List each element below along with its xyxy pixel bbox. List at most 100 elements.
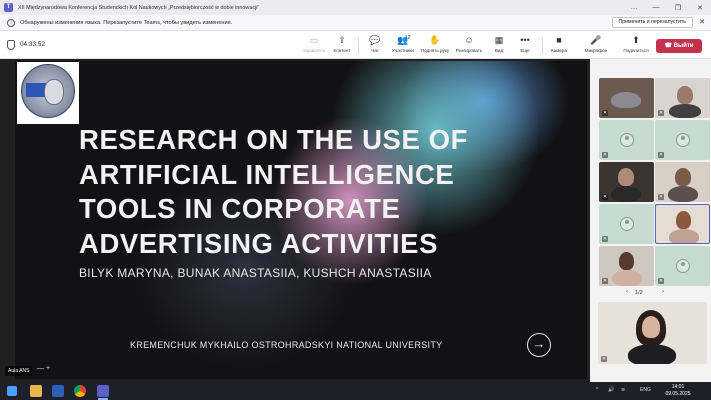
close-notice-icon[interactable]: ✕ — [699, 18, 705, 26]
word-icon[interactable] — [52, 385, 64, 397]
chat-icon: 💬 — [369, 35, 381, 45]
speaker-icon[interactable]: 🔊 — [608, 387, 614, 393]
share-button[interactable]: ⬆ Поделиться — [620, 35, 652, 57]
microphone-off-icon: 🎤 — [590, 35, 602, 45]
video-feed — [677, 86, 693, 104]
phone-icon: ☎ — [664, 43, 674, 49]
apply-restart-button[interactable]: Применить и перезапустить — [611, 17, 693, 28]
microphone-off-icon: ✕ — [602, 110, 608, 116]
windows-start-icon[interactable] — [7, 386, 17, 396]
microphone-off-icon: ✕ — [658, 110, 664, 116]
participant-tile[interactable]: ✕ — [599, 246, 654, 286]
avatar-icon — [619, 217, 634, 231]
video-feed — [642, 316, 660, 338]
more-options-icon[interactable]: … — [623, 0, 645, 15]
video-feed — [676, 211, 691, 229]
university-logo — [17, 62, 79, 124]
system-clock[interactable]: 14:01 09.05.2025 — [660, 384, 696, 397]
microphone-off-icon: ✕ — [658, 194, 664, 200]
hand-icon: ✋ — [429, 35, 441, 45]
content-button[interactable]: ⇪ Контент — [326, 35, 358, 57]
participant-tile[interactable]: ✕ — [599, 78, 654, 118]
participant-gallery: ✕ ✕ ✕ ✕ ✕ ✕ ✕ ✕ ✕ ‹ 1/2 › ✕ — [590, 59, 711, 382]
camera-button[interactable]: ■ Камера — [543, 35, 575, 57]
raise-hand-label: Поднять руку — [420, 48, 450, 53]
chrome-icon[interactable] — [74, 385, 86, 397]
window-controls: … — ❐ ✕ — [623, 0, 711, 15]
clock-date: 09.05.2025 — [665, 390, 691, 397]
react-label: Реагировать — [455, 48, 483, 53]
camera-icon: ■ — [556, 35, 562, 45]
video-feed — [619, 252, 634, 270]
microphone-off-icon: ✕ — [601, 356, 607, 362]
slide-university: KREMENCHUK MYKHAILO OSTROHRADSKYI NATION… — [130, 340, 443, 350]
participant-tile-active-speaker[interactable] — [655, 204, 710, 244]
notice-text: Обнаружены изменения языка. Перезапустит… — [20, 19, 233, 26]
arrow-right-icon: → — [527, 333, 551, 357]
share-icon: ⬆ — [632, 35, 640, 45]
teams-taskbar-icon[interactable] — [97, 385, 109, 397]
video-feed — [668, 186, 698, 202]
react-button[interactable]: ☺ Реагировать — [453, 35, 485, 57]
slide-authors: BILYK MARYNA, BUNAK ANASTASIIA, KUSHCH A… — [79, 266, 432, 280]
microphone-off-icon: ✕ — [602, 194, 608, 200]
wifi-icon[interactable]: ≋ — [621, 387, 625, 393]
video-feed — [669, 104, 701, 118]
chevron-right-icon[interactable]: › — [662, 289, 664, 295]
gallery-page-indicator: 1/2 — [635, 290, 643, 296]
active-app-indicator — [98, 398, 108, 400]
participant-tile[interactable]: ✕ — [599, 162, 654, 202]
self-view-video: ✕ — [598, 302, 707, 364]
participants-button[interactable]: 👥 12 Участники — [387, 35, 419, 57]
leave-label: Выйти — [673, 43, 694, 49]
microphone-off-icon: ✕ — [658, 152, 664, 158]
video-feed — [669, 229, 699, 243]
zoom-controls[interactable]: — + — [37, 365, 50, 372]
participant-tile[interactable]: ✕ — [655, 78, 710, 118]
input-language[interactable]: ENG — [640, 387, 651, 393]
microphone-label: Микрофон — [584, 48, 608, 53]
video-feed — [611, 186, 641, 202]
participant-tile[interactable]: ✕ — [599, 120, 654, 160]
participant-tile[interactable]: ✕ — [655, 246, 710, 286]
chevron-left-icon[interactable]: ‹ — [626, 289, 628, 295]
shared-content-stage: RESEARCH ON THE USE OF ARTIFICIAL INTELL… — [0, 59, 590, 382]
grid-icon: ▦ — [494, 35, 504, 45]
microphone-off-icon: ✕ — [658, 278, 664, 284]
participant-tile[interactable]: ✕ — [655, 120, 710, 160]
microphone-off-icon: ✕ — [602, 152, 608, 158]
windows-taskbar: ^ 🔊 ≋ ENG 14:01 09.05.2025 — [0, 382, 711, 400]
participants-count: 12 — [405, 35, 411, 41]
ellipsis-icon: ••• — [520, 35, 530, 45]
participant-tile[interactable]: ✕ — [599, 204, 654, 244]
more-label: Еще — [520, 48, 530, 53]
meeting-timer: 04:33:52 — [20, 41, 45, 48]
avatar-icon — [675, 133, 690, 147]
chevron-up-icon[interactable]: ^ — [596, 387, 598, 393]
presenter-name: Aula ANS — [5, 366, 33, 376]
minimize-button[interactable]: — — [645, 0, 667, 15]
file-explorer-icon[interactable] — [30, 385, 42, 397]
manage-icon: ▭ — [309, 35, 319, 45]
meeting-toolbar: 04:33:52 ▭ Управлять ⇪ Контент 💬 Чат 👥 1… — [0, 31, 711, 59]
logo-seal — [21, 64, 75, 118]
close-window-button[interactable]: ✕ — [689, 0, 711, 15]
teams-app-icon: T — [4, 3, 13, 12]
more-button[interactable]: ••• Еще — [509, 35, 541, 57]
smiley-icon: ☺ — [464, 35, 474, 45]
window-title-bar: T XII Międzynarodowa Konferencja Studenc… — [0, 0, 711, 15]
slide-title: RESEARCH ON THE USE OF ARTIFICIAL INTELL… — [79, 124, 469, 259]
maximize-button[interactable]: ❐ — [667, 0, 689, 15]
presentation-slide: RESEARCH ON THE USE OF ARTIFICIAL INTELL… — [15, 61, 587, 379]
leave-button[interactable]: ☎ Выйти — [656, 39, 702, 53]
video-feed — [628, 344, 676, 364]
video-feed — [675, 168, 691, 186]
microphone-button[interactable]: 🎤 Микрофон — [580, 35, 612, 57]
raise-hand-button[interactable]: ✋ Поднять руку — [419, 35, 451, 57]
logo-portrait — [44, 79, 64, 105]
participants-label: Участники — [392, 48, 414, 53]
participant-tile[interactable]: ✕ — [655, 162, 710, 202]
content-icon: ⇪ — [338, 35, 346, 45]
microphone-off-icon: ✕ — [602, 278, 608, 284]
video-feed — [618, 168, 634, 186]
